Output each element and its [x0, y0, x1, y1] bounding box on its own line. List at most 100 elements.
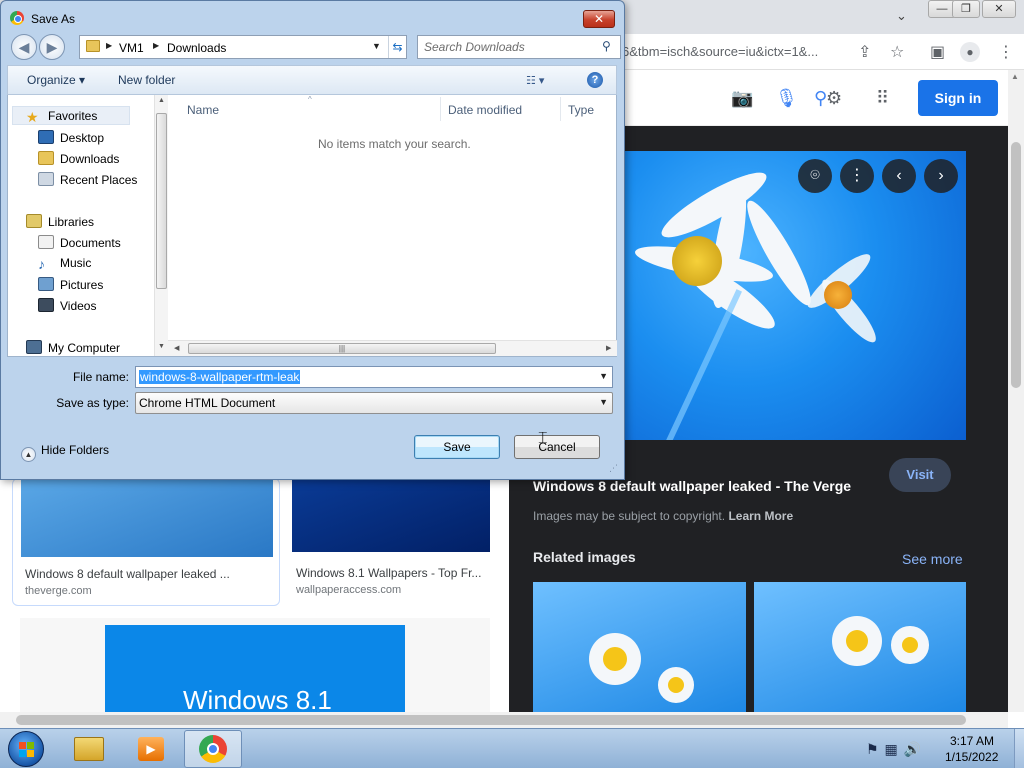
learn-more-link[interactable]: Learn More [728, 509, 793, 523]
sign-in-button[interactable]: Sign in [918, 80, 998, 116]
preview-title[interactable]: Windows 8 default wallpaper leaked - The… [533, 478, 851, 494]
breadcrumb-downloads[interactable]: Downloads [167, 41, 226, 55]
show-desktop-button[interactable] [1014, 729, 1024, 768]
scroll-right-icon[interactable]: ▶ [606, 344, 611, 352]
result-card[interactable]: Windows 8.1 [20, 618, 490, 712]
chrome-logo-icon [199, 735, 227, 763]
hide-folders-toggle[interactable]: ▲ Hide Folders [21, 443, 109, 462]
result-card[interactable]: Windows 8.1 Wallpapers - Top Fr... wallp… [292, 478, 490, 602]
result-title[interactable]: Windows 8.1 Wallpapers - Top Fr... [296, 566, 481, 580]
more-options-icon[interactable]: ⋮ [840, 159, 874, 193]
start-button[interactable] [8, 731, 44, 767]
settings-gear-icon[interactable]: ⚙ [826, 88, 842, 109]
documents-icon [38, 235, 54, 249]
result-card[interactable]: Windows 8 default wallpaper leaked ... t… [12, 478, 280, 606]
mouse-cursor-icon: ⌶ [538, 430, 548, 447]
save-as-type-select[interactable]: Chrome HTML Document ▼ [135, 392, 613, 414]
lens-search-icon[interactable]: ⌾ [798, 159, 832, 193]
nav-item-documents[interactable]: Documents [38, 235, 121, 250]
file-list-pane: Name ^ Date modified Type No items match… [168, 95, 617, 340]
nav-item-recent-places[interactable]: Recent Places [38, 172, 137, 187]
organize-button[interactable]: Organize ▾ [27, 73, 85, 87]
system-tray-icons[interactable]: ⚑▦🔊 [866, 741, 927, 758]
taskbar-media-player[interactable]: ▶ [122, 730, 180, 768]
side-panel-icon[interactable]: ▣ [930, 42, 945, 62]
cancel-button[interactable]: Cancel [514, 435, 600, 459]
navigation-pane-scrollbar[interactable]: ▲ ▼ [154, 95, 168, 356]
change-view-icon[interactable]: ☷ ▾ [526, 74, 544, 87]
refresh-icon[interactable]: ⇆ [388, 36, 406, 58]
address-dropdown-icon[interactable]: ▼ [372, 41, 381, 51]
scroll-up-arrow-icon[interactable]: ▲ [1011, 72, 1019, 81]
restore-button[interactable]: ❐ [952, 0, 980, 18]
save-button[interactable]: Save [414, 435, 500, 459]
forward-arrow-icon[interactable]: ▶ [39, 34, 65, 60]
scroll-left-icon[interactable]: ◀ [174, 344, 179, 352]
address-bar-url[interactable]: 6&tbm=isch&source=iu&ictx=1&... [622, 44, 818, 59]
share-icon[interactable]: ⇪ [858, 42, 871, 62]
nav-item-favorites[interactable]: ★ Favorites [26, 109, 98, 125]
preview-image[interactable] [624, 151, 966, 440]
camera-search-icon[interactable]: 📷 [731, 88, 753, 109]
nav-label: Music [60, 256, 92, 270]
result-title[interactable]: Windows 8 default wallpaper leaked ... [25, 567, 230, 581]
address-breadcrumb-bar[interactable]: ▶ VM1 ▶ Downloads ▼ ⇆ [79, 35, 407, 59]
help-icon[interactable]: ? [587, 72, 603, 88]
search-input[interactable] [424, 39, 594, 55]
save-as-type-value: Chrome HTML Document [139, 396, 276, 410]
next-image-icon[interactable]: › [924, 159, 958, 193]
column-header-type[interactable]: Type [568, 103, 594, 117]
result-thumbnail [21, 479, 273, 557]
chrome-menu-icon[interactable]: ⋮ [998, 42, 1014, 62]
column-header-date-modified[interactable]: Date modified [448, 103, 522, 117]
save-type-dropdown-icon[interactable]: ▼ [599, 397, 608, 407]
breadcrumb-vm1[interactable]: VM1 [119, 41, 144, 55]
breadcrumb-arrow-icon[interactable]: ▶ [106, 41, 112, 50]
window-close-button[interactable]: ✕ [982, 0, 1016, 18]
related-image[interactable] [754, 582, 966, 712]
file-name-field[interactable]: windows-8-wallpaper-rtm-leak ▼ [135, 366, 613, 388]
nav-item-music[interactable]: ♪ Music [38, 256, 92, 272]
downloads-folder-icon [38, 151, 54, 165]
related-image[interactable] [533, 582, 746, 712]
column-header-name[interactable]: Name [187, 103, 219, 117]
file-list-horizontal-scrollbar[interactable]: ◀ ||| ▶ [168, 340, 617, 356]
page-horizontal-scrollbar[interactable] [0, 712, 1008, 728]
nav-item-downloads[interactable]: Downloads [38, 151, 119, 166]
nav-item-pictures[interactable]: Pictures [38, 277, 103, 292]
apps-grid-icon[interactable]: ⠿ [876, 88, 889, 109]
star-icon: ★ [26, 109, 39, 125]
scroll-up-icon[interactable]: ▲ [158, 97, 165, 104]
dialog-titlebar[interactable]: Save As ✕ [1, 1, 624, 33]
profile-avatar-icon[interactable]: ● [960, 42, 980, 62]
magnifier-icon[interactable]: ⚲ [602, 39, 611, 53]
nav-item-libraries[interactable]: Libraries [26, 214, 94, 229]
tab-search-chevron-icon[interactable]: ⌄ [896, 8, 907, 24]
clock-date[interactable]: 1/15/2022 [945, 750, 998, 764]
search-box[interactable]: ⚲ [417, 35, 621, 59]
result-source: theverge.com [25, 585, 92, 597]
nav-label: Favorites [48, 109, 98, 123]
back-arrow-icon[interactable]: ◀ [11, 34, 37, 60]
new-folder-button[interactable]: New folder [118, 73, 175, 87]
dialog-title: Save As [31, 12, 76, 26]
bookmark-star-icon[interactable]: ☆ [890, 42, 904, 62]
file-name-dropdown-icon[interactable]: ▼ [599, 371, 608, 381]
visit-button[interactable]: Visit [889, 458, 951, 492]
nav-item-desktop[interactable]: Desktop [38, 130, 104, 145]
previous-image-icon[interactable]: ‹ [882, 159, 916, 193]
scroll-down-icon[interactable]: ▼ [158, 343, 165, 350]
resize-grip-icon[interactable]: ⋰ [609, 463, 618, 474]
taskbar-explorer[interactable] [60, 730, 118, 768]
see-more-link[interactable]: See more [902, 551, 963, 567]
nav-item-my-computer[interactable]: My Computer [26, 340, 120, 355]
file-name-value[interactable]: windows-8-wallpaper-rtm-leak [139, 370, 301, 384]
microphone-icon[interactable]: 🎙 [775, 88, 798, 109]
breadcrumb-arrow-icon[interactable]: ▶ [153, 41, 159, 50]
dialog-close-button[interactable]: ✕ [583, 10, 615, 28]
nav-label: My Computer [48, 341, 121, 355]
nav-item-videos[interactable]: Videos [38, 298, 96, 313]
page-vertical-scrollbar[interactable] [1008, 70, 1024, 712]
clock-time[interactable]: 3:17 AM [950, 734, 994, 748]
taskbar-chrome[interactable] [184, 730, 242, 768]
